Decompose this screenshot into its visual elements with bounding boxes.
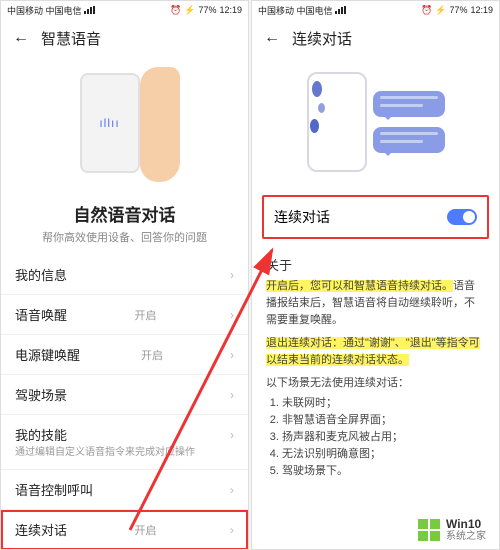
signal-icon	[84, 6, 95, 14]
hero-illustration: ıllıı	[1, 57, 248, 197]
toggle-switch[interactable]	[447, 209, 477, 225]
about-text: 开启后，您可以和智慧语音持续对话。语音播报结束后，智慧语音将自动继续聆听，不需要…	[252, 278, 499, 491]
menu-label: 我的信息	[15, 265, 67, 284]
continuous-dialog-toggle-row: 连续对话	[262, 195, 489, 239]
about-list-item: 非智慧语音全屏界面；	[282, 412, 485, 429]
hero-title: 自然语音对话	[13, 201, 236, 226]
menu-label: 语音唤醒	[15, 305, 67, 324]
menu-label: 连续对话	[15, 520, 67, 539]
menu-my-info[interactable]: 我的信息 ›	[1, 255, 248, 295]
menu-label: 我的技能	[15, 425, 67, 444]
alarm-icon: ⏰	[170, 5, 181, 16]
back-icon[interactable]: ←	[264, 29, 280, 47]
menu-label: 语音控制呼叫	[15, 480, 93, 499]
menu-voice-wake[interactable]: 语音唤醒 开启 ›	[1, 295, 248, 335]
time-label: 12:19	[219, 5, 242, 15]
chevron-right-icon: ›	[230, 523, 234, 537]
time-label: 12:19	[470, 5, 493, 15]
signal-icon	[335, 6, 346, 14]
alarm-icon: ⏰	[421, 5, 432, 16]
menu-my-skills[interactable]: 我的技能 › 通过编辑自定义语音指令来完成对应操作	[1, 415, 248, 470]
page-header: ← 连续对话	[252, 19, 499, 57]
about-section-label: 关于	[252, 247, 499, 278]
chat-bubble-icon	[373, 91, 445, 117]
hero-subtitle: 帮你高效使用设备、回答你的问题	[13, 229, 236, 245]
page-title: 连续对话	[292, 28, 352, 49]
back-icon[interactable]: ←	[13, 29, 29, 47]
menu-status: 开启	[141, 347, 163, 363]
menu-power-wake[interactable]: 电源键唤醒 开启 ›	[1, 335, 248, 375]
about-hl2: 退出连续对话：通过"谢谢"、"退出"等指令可以结束当前的连续对话状态。	[266, 337, 480, 366]
page-title: 智慧语音	[41, 28, 101, 49]
chat-bubble-icon	[373, 127, 445, 153]
menu-voice-control-call[interactable]: 语音控制呼叫 ›	[1, 470, 248, 510]
menu-status: 开启	[135, 307, 157, 323]
chevron-right-icon: ›	[230, 483, 234, 497]
status-bar: 中国移动 中国电信 ⏰ ⚡ 77% 12:19	[1, 1, 248, 19]
settings-menu: 我的信息 › 语音唤醒 开启 › 电源键唤醒 开启 › 驾驶场景 › 我的技能 …	[1, 255, 248, 550]
menu-sublabel: 通过编辑自定义语音指令来完成对应操作	[15, 446, 234, 459]
menu-label: 电源键唤醒	[15, 345, 80, 364]
page-header: ← 智慧语音	[1, 19, 248, 57]
chevron-right-icon: ›	[230, 428, 234, 442]
watermark-line2: 系统之家	[446, 531, 486, 542]
chevron-right-icon: ›	[230, 388, 234, 402]
menu-status: 开启	[135, 522, 157, 538]
menu-drive-scene[interactable]: 驾驶场景 ›	[1, 375, 248, 415]
carrier-label: 中国移动 中国电信	[7, 4, 82, 17]
battery-icon: ⚡	[184, 5, 195, 16]
about-list-item: 未联网时；	[282, 395, 485, 412]
about-list-item: 扬声器和麦克风被占用；	[282, 429, 485, 446]
about-hl1: 开启后，您可以和智慧语音持续对话。	[266, 280, 453, 292]
windows-logo-icon	[418, 519, 440, 541]
hero-illustration	[252, 57, 499, 187]
waveform-icon: ıllıı	[99, 116, 119, 130]
about-list-item: 驾驶场景下。	[282, 463, 485, 480]
carrier-label: 中国移动 中国电信	[258, 4, 333, 17]
about-list-intro: 以下场景无法使用连续对话：	[266, 375, 485, 392]
right-screenshot: 中国移动 中国电信 ⏰ ⚡ 77% 12:19 ← 连续对话 连续对话	[251, 0, 500, 550]
menu-label: 驾驶场景	[15, 385, 67, 404]
about-list: 未联网时； 非智慧语音全屏界面； 扬声器和麦克风被占用； 无法识别明确意图； 驾…	[266, 395, 485, 480]
chevron-right-icon: ›	[230, 348, 234, 362]
battery-label: 77%	[198, 5, 216, 15]
battery-icon: ⚡	[435, 5, 446, 16]
about-list-item: 无法识别明确意图；	[282, 446, 485, 463]
status-bar: 中国移动 中国电信 ⏰ ⚡ 77% 12:19	[252, 1, 499, 19]
battery-label: 77%	[449, 5, 467, 15]
toggle-label: 连续对话	[274, 207, 330, 227]
watermark-line1: Win10	[446, 518, 486, 531]
chevron-right-icon: ›	[230, 308, 234, 322]
watermark: Win10 系统之家	[410, 514, 494, 546]
menu-continuous-dialog[interactable]: 连续对话 开启 ›	[1, 510, 248, 550]
left-screenshot: 中国移动 中国电信 ⏰ ⚡ 77% 12:19 ← 智慧语音 ıllıı 自然语…	[0, 0, 249, 550]
chevron-right-icon: ›	[230, 268, 234, 282]
